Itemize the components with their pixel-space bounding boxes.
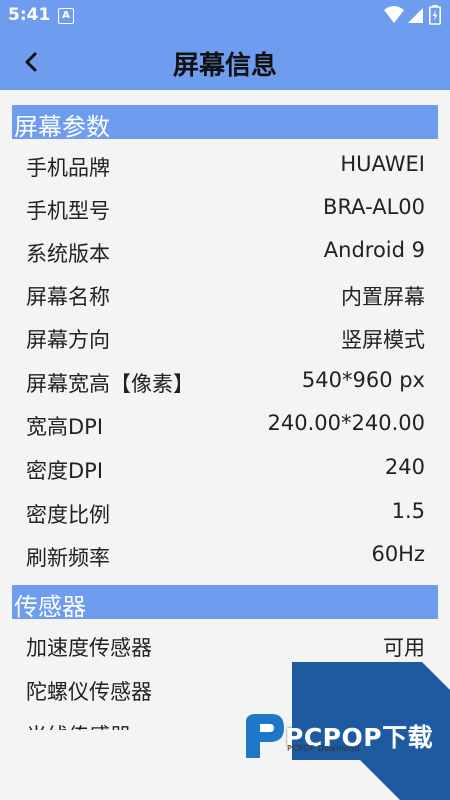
- row-value: BRA-AL00: [323, 195, 425, 219]
- row-value: 可用: [383, 636, 425, 660]
- row-label: 密度DPI: [26, 459, 104, 483]
- battery-icon: [429, 5, 441, 25]
- info-row: 陀螺仪传感器: [0, 670, 450, 713]
- row-label: 屏幕宽高【像素】: [26, 372, 194, 396]
- row-value: Android 9: [323, 238, 425, 262]
- section-title: 传感器: [14, 593, 86, 621]
- info-row: 屏幕名称 内置屏幕: [0, 275, 450, 318]
- row-label: 加速度传感器: [26, 636, 152, 660]
- row-label: 手机型号: [26, 199, 110, 223]
- section-header-screen-params: 屏幕参数: [12, 105, 438, 141]
- info-row: 密度比例 1.5: [0, 493, 450, 536]
- status-time: 5:41: [8, 5, 51, 25]
- row-label: 系统版本: [26, 242, 110, 266]
- row-value: 内置屏幕: [341, 285, 425, 309]
- info-row: 手机品牌 HUAWEI: [0, 146, 450, 189]
- info-row: 系统版本 Android 9: [0, 232, 450, 275]
- app-header: 5:41 A 屏幕信息: [0, 0, 450, 90]
- row-label: 宽高DPI: [26, 415, 104, 439]
- info-row: 光线传感器: [0, 714, 450, 730]
- row-value: 540*960 px: [301, 368, 425, 392]
- info-row: 密度DPI 240: [0, 449, 450, 492]
- info-row: 屏幕方向 竖屏模式: [0, 318, 450, 361]
- info-row: 宽高DPI 240.00*240.00: [0, 405, 450, 448]
- row-label: 刷新频率: [26, 546, 110, 570]
- row-value: 240.00*240.00: [267, 411, 425, 435]
- watermark-sub: PCPOP Download: [287, 744, 360, 753]
- status-bar: 5:41 A: [0, 0, 450, 30]
- screen-info-list[interactable]: 屏幕参数 手机品牌 HUAWEI 手机型号 BRA-AL00 系统版本 Andr…: [0, 90, 450, 730]
- wifi-icon: [384, 6, 404, 23]
- info-row: 刷新频率 60Hz: [0, 536, 450, 579]
- row-value: 60Hz: [371, 542, 425, 566]
- row-value: HUAWEI: [340, 152, 425, 176]
- row-value: 竖屏模式: [341, 328, 425, 352]
- row-label: 密度比例: [26, 503, 110, 527]
- row-label: 屏幕方向: [26, 328, 110, 352]
- section-header-sensors: 传感器: [12, 585, 438, 621]
- page-title: 屏幕信息: [172, 51, 277, 81]
- row-label: 手机品牌: [26, 156, 110, 180]
- info-row: 手机型号 BRA-AL00: [0, 189, 450, 232]
- signal-icon: [408, 8, 423, 23]
- row-value: 1.5: [391, 499, 425, 523]
- row-label: 屏幕名称: [26, 285, 110, 309]
- info-row: 加速度传感器 可用: [0, 626, 450, 669]
- text-a-icon: A: [58, 8, 74, 24]
- info-row: 屏幕宽高【像素】 540*960 px: [0, 362, 450, 405]
- row-label: 光线传感器: [26, 720, 131, 730]
- section-title: 屏幕参数: [14, 113, 110, 141]
- row-value: 240: [384, 455, 425, 479]
- row-label: 陀螺仪传感器: [26, 680, 152, 704]
